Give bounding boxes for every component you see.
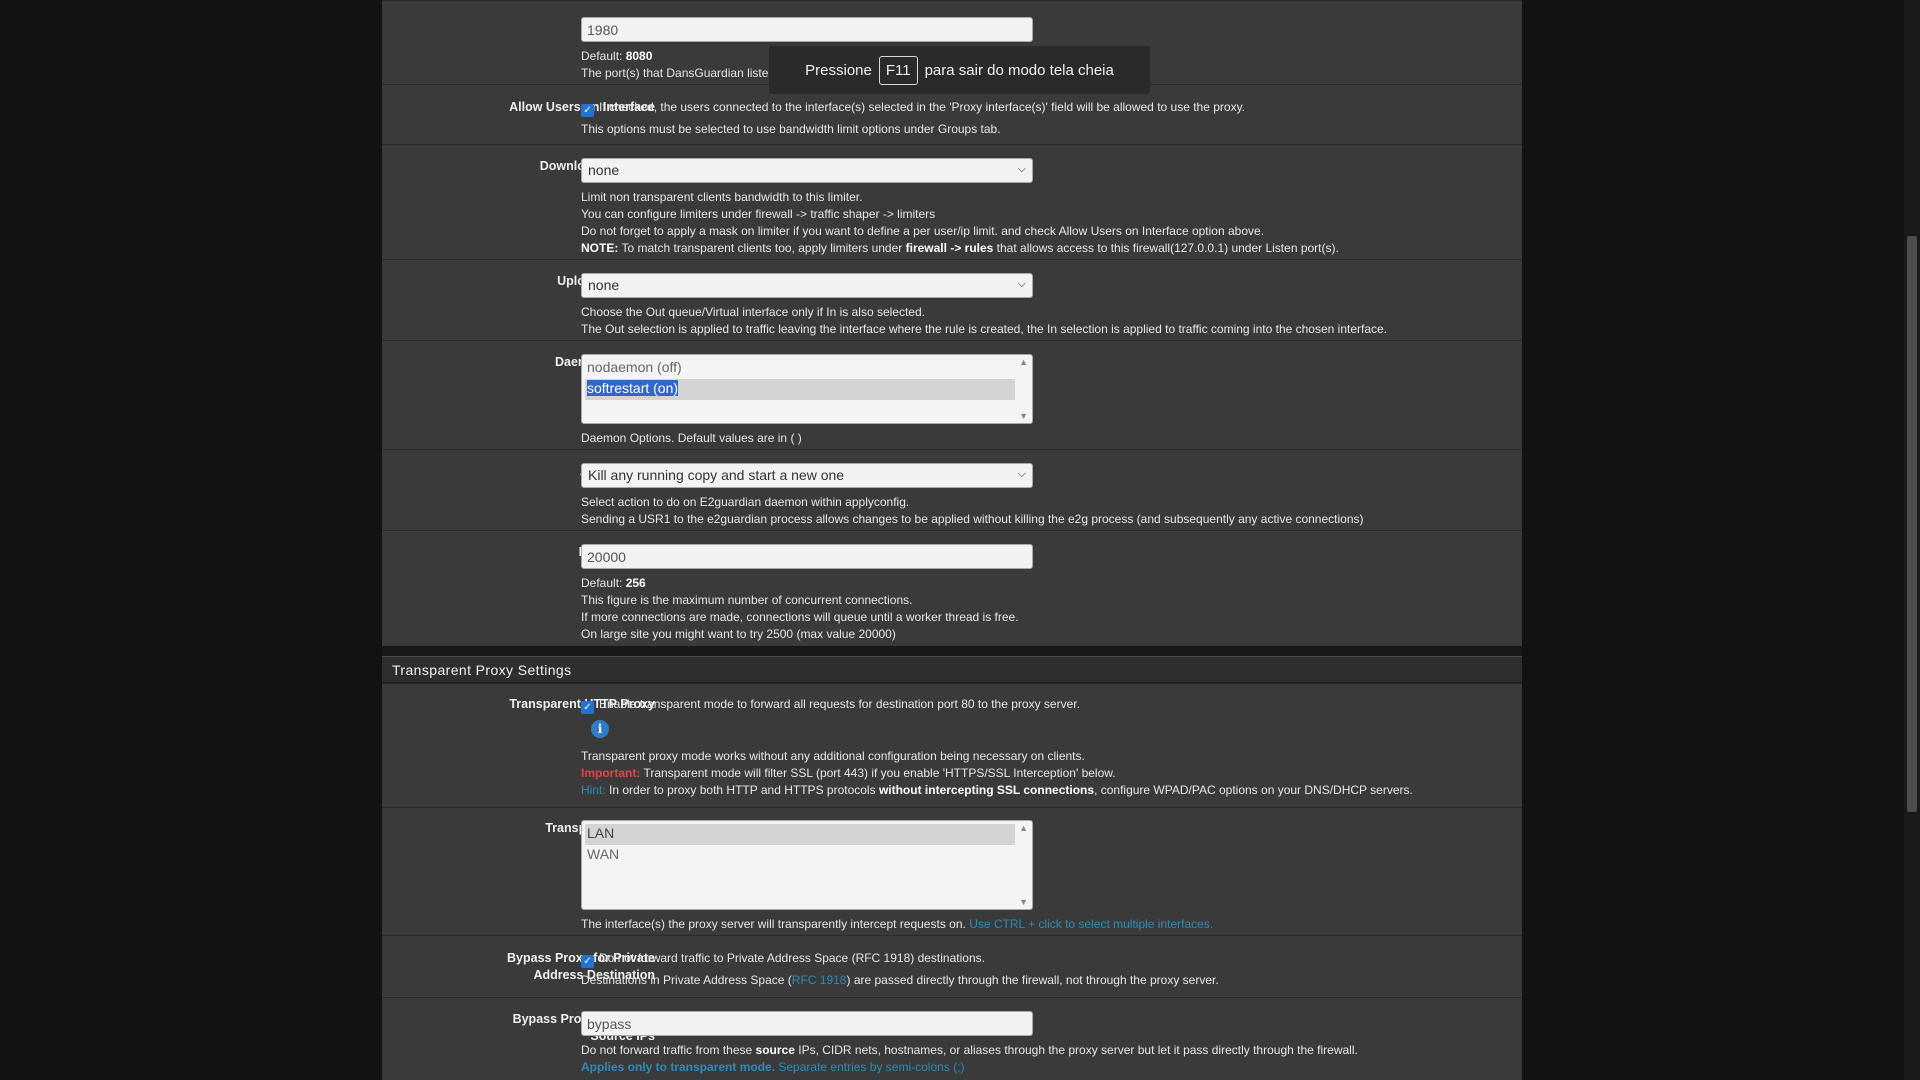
daemon-options-help: Daemon Options. Default values are in ( …	[581, 431, 802, 445]
row-transparent-http: Transparent HTTP Proxy ✓ Enable transpare…	[382, 683, 1522, 807]
section-gap	[382, 646, 1522, 656]
section-title: Transparent Proxy Settings	[392, 662, 572, 678]
bypass-private-help: Destinations in Private Address Space (R…	[581, 973, 1219, 987]
http-workers-default: Default: 256	[581, 576, 646, 590]
row-bypass-private: Bypass Proxy for Private Address Destina…	[382, 935, 1522, 997]
bypass-source-help-2: Applies only to transparent mode. Separa…	[581, 1060, 965, 1074]
daemon-option-nodaemon[interactable]: nodaemon (off)	[585, 358, 1015, 379]
bypass-private-checkbox-line: ✓ Do not forward traffic to Private Addre…	[581, 950, 1511, 968]
transparent-interfaces-listbox[interactable]: LAN WAN ▲ ▼	[581, 820, 1033, 910]
http-workers-help-1: This figure is the maximum number of con…	[581, 593, 913, 607]
upload-help-1: Choose the Out queue/Virtual interface o…	[581, 305, 925, 319]
daemon-option-softrestart[interactable]: softrestart (on)	[585, 379, 1015, 400]
scroll-down-icon[interactable]: ▼	[1019, 411, 1028, 421]
fullscreen-toast: Pressione F11 para sair do modo tela che…	[769, 46, 1150, 94]
transparent-interfaces-help: The interface(s) the proxy server will t…	[581, 917, 1214, 931]
scroll-up-icon[interactable]: ▲	[1019, 357, 1028, 367]
download-help-3: Do not forget to apply a mask on limiter…	[581, 224, 1265, 238]
http-workers-help-3: On large site you might want to try 2500…	[581, 627, 896, 641]
allow-users-checkbox[interactable]: ✓	[581, 104, 594, 117]
row-upload-rate: Upload rate limit none⌵ Choose the Out q…	[382, 259, 1522, 340]
row-download-rate: Download rate limit none⌵ Limit non tran…	[382, 144, 1522, 259]
bypass-source-help-1: Do not forward traffic from these source…	[581, 1043, 1358, 1057]
apply-action-help-1: Select action to do on E2guardian daemon…	[581, 495, 910, 509]
info-icon[interactable]: i	[591, 720, 609, 738]
allow-users-checkbox-line: ✓ If checked, the users connected to the …	[581, 99, 1511, 117]
upload-rate-select[interactable]: none ⌵	[581, 273, 1033, 298]
row-transparent-interfaces: Transparent Proxy Interface(s) LAN WAN ▲…	[382, 807, 1522, 935]
http-workers-help-2: If more connections are made, connection…	[581, 610, 1019, 624]
scrollbar-thumb[interactable]	[1907, 236, 1917, 812]
download-help-1: Limit non transparent clients bandwidth …	[581, 190, 863, 204]
download-help-2: You can configure limiters under firewal…	[581, 207, 936, 221]
transparent-http-checkbox-line: ✓ Enable transparent mode to forward all …	[581, 696, 1511, 714]
scroll-down-icon[interactable]: ▼	[1019, 897, 1028, 907]
chevron-down-icon: ⌵	[1017, 468, 1026, 480]
interface-option-lan[interactable]: LAN	[585, 824, 1015, 845]
chevron-down-icon: ⌵	[1017, 278, 1026, 290]
allow-users-help: This options must be selected to use ban…	[581, 122, 1001, 136]
bypass-source-input[interactable]	[581, 1011, 1033, 1036]
scroll-up-icon[interactable]: ▲	[1019, 823, 1028, 833]
row-apply-action: Apply action Kill any running copy and s…	[382, 449, 1522, 530]
transparent-http-important: Important: Transparent mode will filter …	[581, 766, 1116, 780]
bypass-private-checkbox[interactable]: ✓	[581, 955, 594, 968]
row-bypass-source: Bypass Proxy for These Source IPs Do not…	[382, 997, 1522, 1080]
row-http-workers: Http workers Default: 256 This figure is…	[382, 530, 1522, 646]
http-workers-input[interactable]	[581, 544, 1033, 569]
daemon-options-listbox[interactable]: nodaemon (off) softrestart (on) ▲ ▼	[581, 354, 1033, 424]
row-daemon-options: Daemon Options nodaemon (off) softrestar…	[382, 340, 1522, 449]
rfc-1918-link[interactable]: RFC 1918	[792, 973, 847, 987]
section-header-transparent-proxy: Transparent Proxy Settings	[382, 656, 1522, 683]
listen-port-input[interactable]	[581, 17, 1033, 42]
transparent-http-checkbox[interactable]: ✓	[581, 701, 594, 714]
transparent-http-hint: Hint: In order to proxy both HTTP and HT…	[581, 783, 1413, 797]
upload-help-2: The Out selection is applied to traffic …	[581, 322, 1388, 336]
interface-option-wan[interactable]: WAN	[585, 845, 1015, 866]
apply-action-select[interactable]: Kill any running copy and start a new on…	[581, 463, 1033, 488]
settings-page: Listen port Default: 8080 The port(s) th…	[382, 0, 1522, 1080]
chevron-down-icon: ⌵	[1017, 163, 1026, 175]
download-note: NOTE: To match transparent clients too, …	[581, 241, 1339, 255]
page-scrollbar[interactable]	[1904, 0, 1920, 1080]
apply-action-help-2: Sending a USR1 to the e2guardian process…	[581, 512, 1364, 526]
transparent-http-help-1: Transparent proxy mode works without any…	[581, 749, 1085, 763]
f11-key: F11	[878, 55, 918, 85]
download-rate-select[interactable]: none ⌵	[581, 158, 1033, 183]
